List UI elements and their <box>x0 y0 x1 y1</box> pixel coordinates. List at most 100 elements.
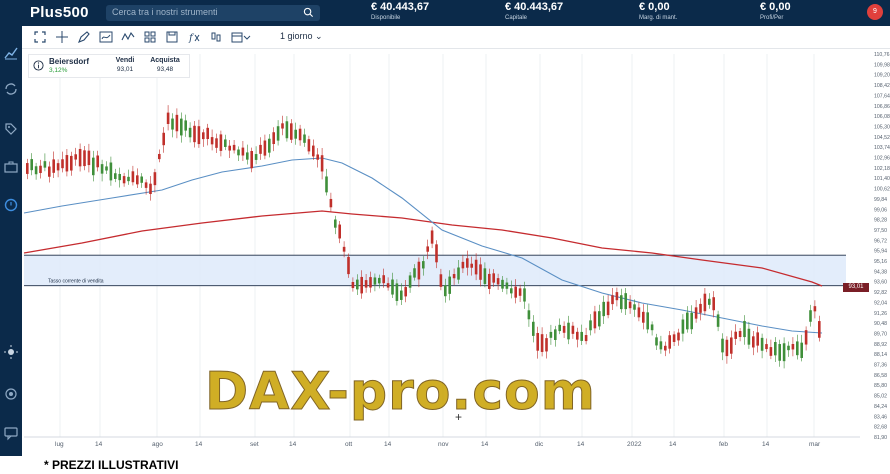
candle-body <box>492 273 495 283</box>
candle-body <box>127 176 130 182</box>
x-axis-tick-label: 14 <box>195 441 203 448</box>
stat-margin-label: Marg. di mant. <box>639 15 678 21</box>
chart-line-icon[interactable] <box>3 45 19 61</box>
candle-body <box>439 274 443 287</box>
candle-body <box>496 278 500 285</box>
stat-available-value: € 40.443,67 <box>371 1 430 13</box>
notification-badge[interactable]: 9 <box>867 4 883 20</box>
candle-body <box>417 261 421 280</box>
candle-body <box>105 166 108 171</box>
search-placeholder: Cerca tra i nostri strumenti <box>112 7 218 17</box>
candle-body <box>760 337 764 351</box>
candle-body <box>342 246 346 252</box>
candle-body <box>158 153 161 160</box>
candle-body <box>131 171 135 183</box>
candle-body <box>470 263 473 268</box>
candle-body <box>320 155 324 172</box>
candle-body <box>615 292 619 301</box>
candle-body <box>664 345 667 351</box>
candle-body <box>166 112 170 125</box>
search-icon[interactable] <box>303 7 314 18</box>
candle-body <box>747 328 751 345</box>
y-axis-tick-label: 103,74 <box>874 145 890 151</box>
y-axis-tick-label: 109,98 <box>874 62 890 68</box>
candle-body <box>136 175 139 185</box>
candle-body <box>677 332 680 341</box>
fullscreen-icon[interactable] <box>33 30 47 44</box>
candle-body <box>562 325 566 333</box>
candle-body <box>395 283 399 301</box>
disclaimer-text: * PREZZI ILLUSTRATIVI <box>44 458 179 472</box>
y-axis-tick-label: 92,82 <box>874 290 887 296</box>
candle-body <box>180 118 183 136</box>
history-icon[interactable] <box>3 197 19 213</box>
candle-body <box>602 301 605 317</box>
candle-body <box>628 301 632 309</box>
candle-body <box>334 219 337 228</box>
svg-text:f: f <box>188 33 195 44</box>
candle-body <box>422 261 425 269</box>
function-icon[interactable]: f <box>187 30 201 44</box>
sidebar <box>0 26 22 456</box>
plus500-logo[interactable]: Plus500 <box>30 4 89 21</box>
candle-body <box>109 162 113 181</box>
refresh-icon[interactable] <box>3 81 19 97</box>
y-axis-tick-label: 109,20 <box>874 73 890 79</box>
crosshair-icon[interactable] <box>55 30 69 44</box>
candle-body <box>338 224 341 239</box>
watermark-text: DAX-pro.com <box>205 362 596 423</box>
y-axis-tick-label: 92,04 <box>874 300 887 306</box>
candle-body <box>774 341 777 356</box>
chat-icon[interactable] <box>3 425 19 441</box>
candle-body <box>210 137 214 145</box>
candle-body <box>39 165 42 174</box>
indicator-wave-icon[interactable] <box>99 30 113 44</box>
layout-grid-icon[interactable] <box>143 30 157 44</box>
x-axis-tick-label: ott <box>345 441 352 448</box>
x-axis-tick-label: set <box>250 441 259 448</box>
candle-body <box>92 157 95 176</box>
y-axis-tick-label: 86,58 <box>874 373 887 379</box>
candle-body <box>598 311 601 327</box>
candle-body <box>351 282 355 289</box>
candle-body <box>734 331 737 339</box>
target-icon[interactable] <box>3 386 19 402</box>
tag-icon[interactable] <box>3 121 19 137</box>
candle-body <box>633 304 636 310</box>
brightness-icon[interactable] <box>3 344 19 360</box>
candle-body <box>52 159 55 173</box>
period-select[interactable]: 1 giorno ⌄ <box>280 31 323 42</box>
compare-icon[interactable] <box>121 30 135 44</box>
y-axis-tick-label: 105,30 <box>874 124 890 130</box>
candle-body <box>369 277 372 288</box>
save-icon[interactable] <box>165 30 179 44</box>
candle-body <box>303 134 306 143</box>
pencil-icon[interactable] <box>77 30 91 44</box>
candle-body <box>787 345 790 351</box>
candle-body <box>809 310 812 322</box>
crosshair-cursor-icon: + <box>455 410 463 424</box>
candle-body <box>532 321 535 336</box>
candle-body <box>694 307 698 319</box>
period-label: 1 giorno <box>280 31 313 41</box>
candle-body <box>606 301 610 316</box>
candle-body <box>140 176 143 183</box>
info-icon[interactable] <box>33 60 44 71</box>
calendar-chevron-down-icon[interactable] <box>243 30 251 44</box>
buy-column[interactable]: Acquista 93,48 <box>147 57 183 73</box>
briefcase-icon[interactable] <box>3 159 19 175</box>
x-axis-tick-label: mar <box>809 441 821 448</box>
candles-settings-icon[interactable] <box>209 30 223 44</box>
candle-body <box>778 344 781 361</box>
instrument-info-box: Beiersdorf 3,12% Vendi 93,01 Acquista 93… <box>28 54 190 78</box>
sell-column[interactable]: Vendi 93,01 <box>107 57 143 73</box>
candle-body <box>373 277 377 285</box>
stat-equity-label: Capitale <box>505 15 528 21</box>
y-axis-tick-label: 83,46 <box>874 414 887 420</box>
candle-body <box>219 134 223 151</box>
search-input[interactable]: Cerca tra i nostri strumenti <box>106 5 320 21</box>
y-axis-tick-label: 107,64 <box>874 93 890 99</box>
calendar-icon[interactable] <box>230 30 244 44</box>
candle-body <box>206 127 209 140</box>
candle-body <box>752 336 755 348</box>
